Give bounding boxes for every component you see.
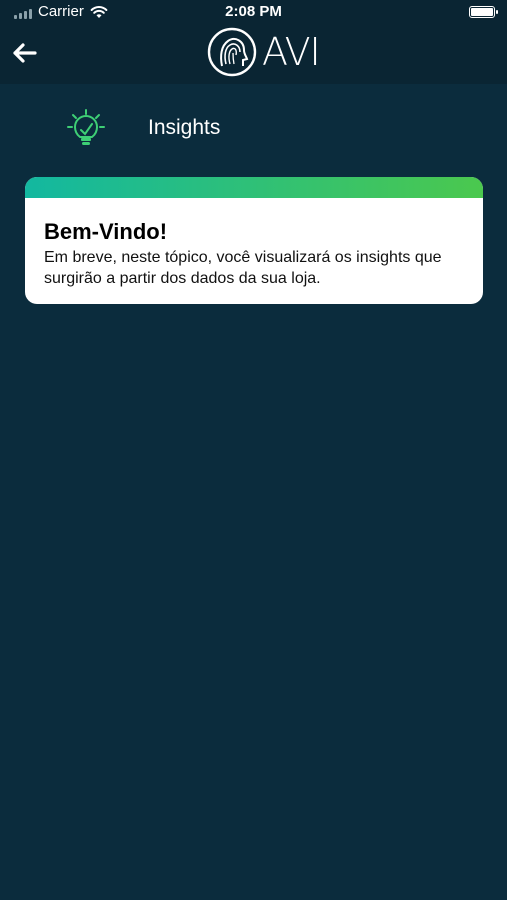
- battery-icon: [469, 6, 498, 18]
- fingerprint-head-icon: [207, 27, 257, 77]
- welcome-card: Bem-Vindo! Em breve, neste tópico, você …: [25, 177, 483, 304]
- nav-bar: AVI: [0, 26, 507, 84]
- card-title: Bem-Vindo!: [44, 219, 168, 244]
- logo-text: AVI: [262, 30, 321, 74]
- lightbulb-check-icon: [67, 109, 105, 145]
- card-body: Em breve, neste tópico, você visualizará…: [44, 249, 442, 287]
- section-header: [66, 108, 106, 148]
- section-title: Insights: [148, 116, 221, 139]
- app-logo: AVI: [206, 26, 321, 78]
- status-time: 2:08 PM: [225, 3, 282, 20]
- back-button[interactable]: [8, 36, 42, 70]
- arrow-left-icon: [13, 43, 37, 63]
- card-accent-bar: [25, 177, 483, 198]
- status-bar: Carrier 2:08 PM: [0, 0, 507, 26]
- battery-fill: [471, 8, 493, 16]
